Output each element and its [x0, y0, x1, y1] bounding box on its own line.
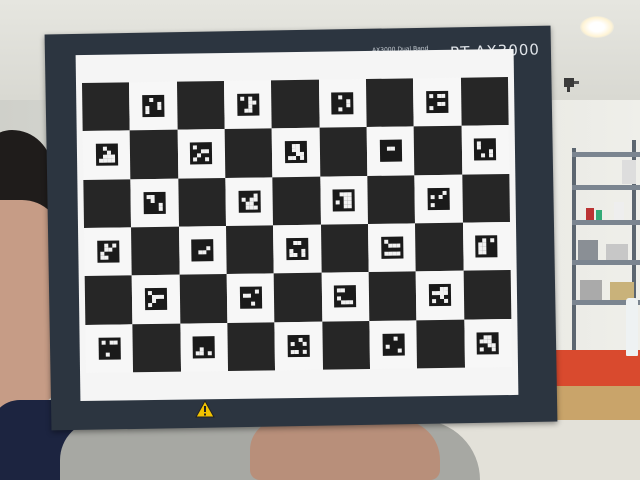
- aruco-marker: [142, 94, 165, 118]
- aruco-marker: [239, 286, 262, 310]
- board-square-light: [414, 174, 463, 224]
- warning-triangle-icon: [195, 400, 215, 418]
- board-square-dark: [367, 175, 416, 224]
- board-square-light: [130, 178, 179, 228]
- aruco-marker: [379, 140, 402, 163]
- board-square-dark: [83, 178, 132, 228]
- fire-alarm-icon: [564, 78, 579, 92]
- aruco-marker: [474, 138, 497, 162]
- board-square-dark: [129, 129, 178, 179]
- board-square-light: [225, 176, 274, 226]
- board-square-dark: [132, 323, 181, 373]
- board-square-light: [367, 223, 416, 273]
- board-square-light: [271, 128, 320, 177]
- aruco-marker: [475, 235, 498, 258]
- aruco-marker: [334, 285, 357, 308]
- board-square-dark: [368, 271, 417, 321]
- board-square-dark: [413, 126, 462, 176]
- calibration-board: [75, 48, 519, 402]
- aruco-marker: [191, 239, 214, 262]
- spray-bottle: [626, 298, 638, 356]
- board-square-light: [273, 224, 322, 274]
- aruco-marker: [287, 334, 310, 357]
- board-square-dark: [176, 81, 225, 130]
- aruco-marker: [144, 288, 168, 311]
- aruco-marker: [426, 91, 449, 114]
- board-square-light: [318, 79, 367, 129]
- aruco-marker: [380, 236, 404, 259]
- board-square-light: [180, 322, 229, 372]
- board-square-light: [129, 81, 178, 131]
- photo-scene: RT-AX3000 AX3000 Dual Band: [0, 0, 640, 480]
- board-square-light: [132, 274, 181, 324]
- aruco-marker: [190, 142, 213, 165]
- board-square-dark: [322, 320, 371, 370]
- board-square-dark: [224, 128, 273, 178]
- ceiling-light: [580, 16, 614, 38]
- board-square-light: [462, 222, 511, 272]
- aruco-marker: [476, 332, 500, 355]
- board-square-light: [413, 77, 462, 127]
- board-square-dark: [463, 270, 512, 320]
- board-square-light: [85, 323, 134, 373]
- aruco-marker: [238, 190, 261, 213]
- board-square-light: [177, 129, 226, 179]
- aruco-marker: [382, 333, 405, 356]
- aruco-marker: [95, 143, 118, 167]
- board-square-dark: [84, 275, 133, 325]
- board-square-dark: [227, 321, 276, 371]
- board-square-light: [366, 126, 415, 176]
- board-square-dark: [272, 176, 321, 226]
- aruco-marker: [96, 240, 120, 263]
- board-square-dark: [461, 173, 510, 223]
- board-square-dark: [319, 127, 368, 177]
- board-square-light: [461, 125, 510, 175]
- board-square-dark: [271, 79, 320, 129]
- board-square-light: [415, 271, 464, 320]
- aruco-marker: [428, 284, 452, 307]
- board-square-dark: [415, 222, 464, 272]
- aruco-marker: [143, 191, 166, 214]
- board-square-dark: [225, 225, 275, 275]
- board-square-light: [223, 80, 272, 130]
- board-square-dark: [460, 77, 509, 127]
- board-square-dark: [177, 177, 226, 227]
- board-square-light: [321, 272, 370, 322]
- aruco-marker: [427, 187, 450, 210]
- board-square-dark: [416, 319, 465, 369]
- board-square-light: [82, 130, 131, 180]
- charuco-grid: [81, 77, 512, 373]
- board-square-dark: [320, 223, 369, 273]
- board-square-dark: [131, 226, 180, 276]
- board-square-light: [84, 227, 133, 277]
- aruco-marker: [192, 335, 216, 359]
- aruco-marker: [331, 92, 354, 115]
- board-square-light: [274, 321, 323, 371]
- aruco-marker: [284, 141, 308, 164]
- board-square-dark: [81, 82, 130, 132]
- board-square-light: [178, 225, 227, 275]
- aruco-marker: [236, 93, 260, 116]
- person-hand: [250, 420, 440, 480]
- board-square-light: [319, 175, 368, 225]
- board-square-dark: [274, 272, 323, 322]
- board-square-light: [226, 273, 275, 323]
- aruco-marker: [98, 337, 121, 360]
- board-square-light: [463, 318, 512, 368]
- aruco-marker: [286, 238, 309, 261]
- aruco-marker: [332, 189, 356, 212]
- board-square-light: [369, 319, 418, 369]
- board-square-dark: [365, 78, 414, 128]
- board-square-dark: [179, 274, 228, 324]
